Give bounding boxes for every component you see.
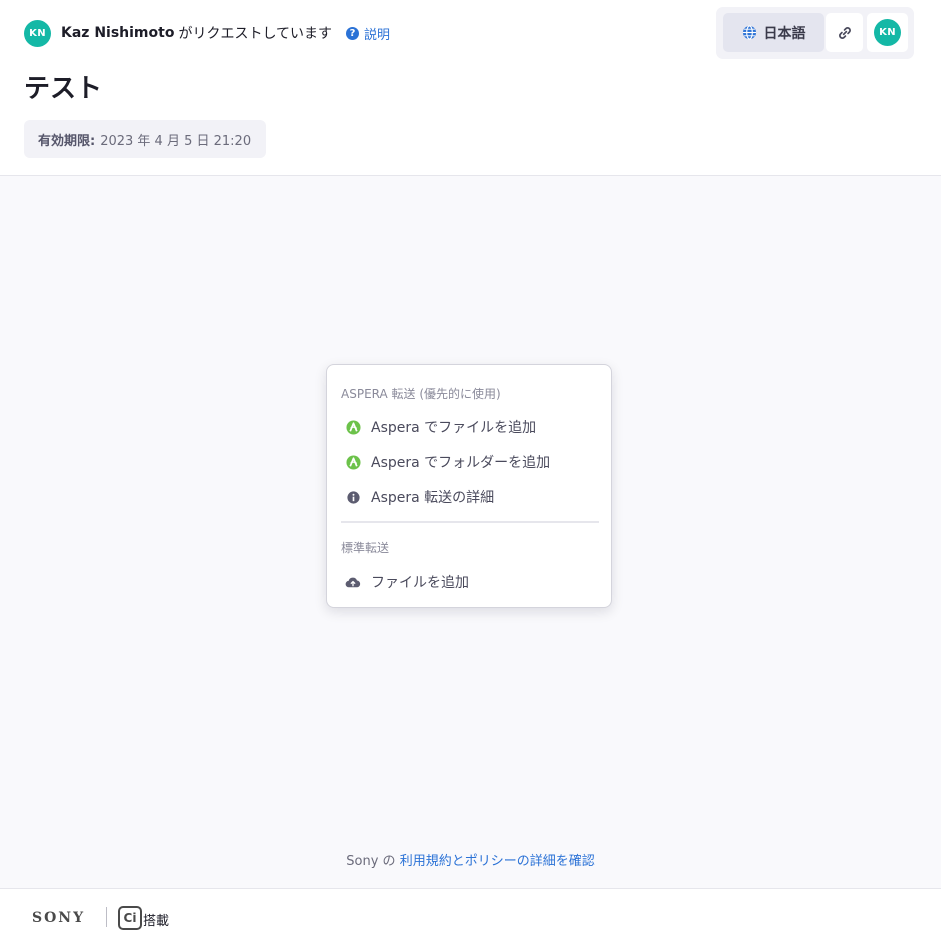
globe-icon xyxy=(742,25,756,40)
main-area: ASPERA 転送 (優先的に使用) Aspera でファイルを追加 Asper… xyxy=(0,176,941,888)
aspera-add-files-item[interactable]: Aspera でファイルを追加 xyxy=(345,415,595,439)
terms-link[interactable]: 利用規約とポリシーの詳細を確認 xyxy=(400,854,595,869)
aspera-add-files-label: Aspera でファイルを追加 xyxy=(371,420,537,436)
aspera-details-label: Aspera 転送の詳細 xyxy=(371,490,495,506)
copy-link-button[interactable] xyxy=(826,13,863,52)
aspera-add-folder-item[interactable]: Aspera でフォルダーを追加 xyxy=(345,450,595,474)
question-icon: ? xyxy=(346,26,360,40)
page-title: テスト xyxy=(24,74,103,104)
request-text: がリクエストしています xyxy=(178,26,333,42)
language-button[interactable]: 日本語 xyxy=(723,13,824,52)
standard-add-files-item[interactable]: ファイルを追加 xyxy=(345,570,595,594)
expiry-badge: 有効期限: 2023 年 4 月 5 日 21:20 xyxy=(24,120,266,158)
standard-add-files-label: ファイルを追加 xyxy=(371,575,469,591)
add-files-menu: ASPERA 転送 (優先的に使用) Aspera でファイルを追加 Asper… xyxy=(326,364,612,608)
help-link[interactable]: ? 説明 xyxy=(346,24,390,43)
powered-by-label: 搭載 xyxy=(143,914,170,929)
footer: SONY Ci 搭載 xyxy=(0,888,941,945)
terms-line: Sony の 利用規約とポリシーの詳細を確認 xyxy=(0,850,941,869)
link-icon xyxy=(838,26,851,39)
language-label: 日本語 xyxy=(763,25,806,42)
terms-prefix: Sony の xyxy=(346,854,396,869)
requester-avatar: KN xyxy=(24,19,51,47)
requester-info: KN Kaz Nishimoto がリクエストしています ? 説明 xyxy=(24,19,390,47)
menu-divider xyxy=(341,521,599,523)
help-label: 説明 xyxy=(364,27,391,43)
aspera-section-header: ASPERA 転送 (優先的に使用) xyxy=(341,387,501,401)
cloud-upload-icon xyxy=(345,574,361,590)
expiry-label: 有効期限: xyxy=(38,133,96,149)
account-avatar: KN xyxy=(874,19,901,46)
expiry-value: 2023 年 4 月 5 日 21:20 xyxy=(100,133,252,149)
standard-section-header: 標準転送 xyxy=(341,541,390,555)
footer-divider xyxy=(106,907,107,927)
ci-logo: Ci xyxy=(118,906,142,930)
aspera-icon xyxy=(345,454,361,470)
info-icon xyxy=(345,489,361,505)
aspera-add-folder-label: Aspera でフォルダーを追加 xyxy=(371,455,551,471)
header-toolbar: 日本語 KN xyxy=(716,7,914,59)
account-button[interactable]: KN xyxy=(867,13,908,52)
header: KN Kaz Nishimoto がリクエストしています ? 説明 日本語 KN… xyxy=(0,0,941,176)
aspera-details-item[interactable]: Aspera 転送の詳細 xyxy=(345,485,595,509)
requester-name: Kaz Nishimoto xyxy=(61,25,175,41)
sony-logo: SONY xyxy=(32,910,86,926)
aspera-icon xyxy=(345,419,361,435)
